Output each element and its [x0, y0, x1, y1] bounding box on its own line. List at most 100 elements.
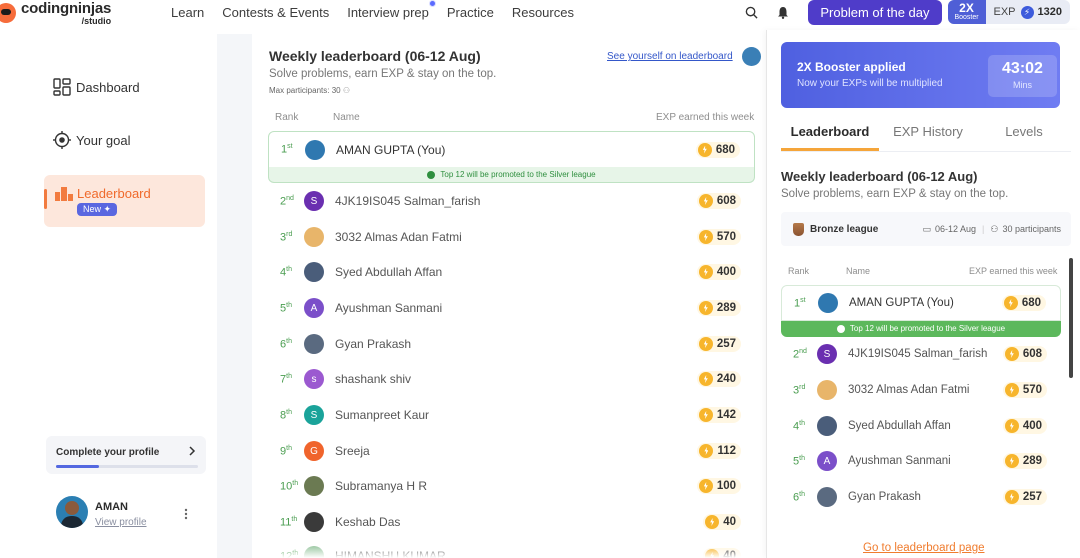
sidebar-item-dashboard[interactable]: Dashboard — [53, 78, 140, 96]
bronze-league-icon — [793, 222, 804, 236]
table-row[interactable]: 6th Gyan Prakash 257 — [268, 327, 755, 361]
exp-chip: 257 — [696, 336, 741, 352]
booster-subtitle: Now your EXPs will be multiplied — [797, 78, 943, 89]
rank-suffix: nd — [799, 347, 807, 355]
lightning-coin-icon — [697, 142, 712, 157]
table-row[interactable]: 8th S Sumanpreet Kaur 142 — [268, 398, 755, 432]
table-row[interactable]: 5th A Ayushman Sanmani 289 — [781, 444, 1061, 478]
avatar — [817, 487, 837, 507]
table-row[interactable]: 6th Gyan Prakash 257 — [781, 480, 1061, 514]
rank-cell: 7th — [268, 373, 304, 386]
table-row[interactable]: 4th Syed Abdullah Affan 400 — [268, 255, 755, 289]
brand-logo[interactable]: codingninjas /studio — [0, 0, 111, 26]
problem-of-the-day-button[interactable]: Problem of the day — [808, 0, 942, 25]
rank-suffix: rd — [286, 230, 293, 238]
booster-multiplier: 2X — [959, 1, 974, 15]
lightning-coin-icon — [698, 479, 713, 493]
lightning-coin-icon — [698, 194, 713, 208]
column-header-exp: EXP earned this week — [656, 112, 755, 123]
panel-subtitle: Solve problems, earn EXP & stay on the t… — [781, 188, 1009, 200]
nav-resources[interactable]: Resources — [512, 5, 574, 20]
exp-chip: 100 — [696, 478, 741, 494]
rank-cell: 2nd — [268, 195, 304, 208]
exp-amount: 257 — [716, 338, 736, 350]
table-row[interactable]: 9th G Sreeja 112 — [268, 434, 755, 468]
player-name: AMAN GUPTA (You) — [849, 297, 954, 309]
exp-chip: 400 — [696, 264, 741, 280]
player-name: Syed Abdullah Affan — [335, 265, 443, 279]
rank-number: 11 — [280, 516, 292, 529]
column-header-rank: Rank — [788, 266, 810, 276]
promotion-banner: Top 12 will be promoted to the Silver le… — [268, 167, 755, 183]
nav-right: Problem of the day 2X Booster EXP ⚡ 1320 — [740, 0, 1070, 25]
rank-suffix: nd — [286, 194, 294, 202]
rank-suffix: th — [286, 372, 292, 380]
rank-cell: 1st — [782, 297, 818, 310]
avatar: S — [304, 191, 324, 211]
table-row[interactable]: 1st AMAN GUPTA (You) 680 — [268, 131, 755, 168]
player-name: shashank shiv — [335, 372, 412, 386]
table-row[interactable]: 1st AMAN GUPTA (You) 680 — [781, 285, 1061, 321]
booster-exp-pill[interactable]: 2X Booster EXP ⚡ 1320 — [947, 0, 1070, 24]
nav-contests-events[interactable]: Contests & Events — [222, 5, 329, 20]
user-profile[interactable]: AMAN View profile — [56, 496, 147, 528]
chevron-right-icon — [189, 446, 196, 456]
more-options-icon[interactable] — [184, 508, 188, 520]
nav-practice[interactable]: Practice — [447, 5, 494, 20]
table-row[interactable]: 3rd 3032 Almas Adan Fatmi 570 — [781, 373, 1061, 407]
exp-amount: 570 — [716, 231, 736, 243]
table-row[interactable]: 5th A Ayushman Sanmani 289 — [268, 291, 755, 325]
rank-suffix: th — [799, 419, 805, 427]
table-row[interactable]: 7th s shashank shiv 240 — [268, 362, 755, 396]
rank-cell: 6th — [781, 491, 817, 504]
table-row[interactable]: 2nd S 4JK19IS045 Salman_farish 608 — [268, 184, 755, 218]
people-icon: ⚇ — [990, 223, 999, 234]
sidebar-item-your-goal[interactable]: Your goal — [53, 131, 130, 149]
player-name: Subramanya H R — [335, 479, 428, 493]
top-navigation: codingninjas /studio Learn Contests & Ev… — [0, 0, 1080, 34]
rank-number: 10 — [280, 480, 293, 493]
booster-label: Booster — [954, 14, 979, 21]
booster-badge: 2X Booster — [947, 0, 986, 24]
rank-cell: 10th — [268, 480, 304, 493]
exp-amount: 240 — [716, 373, 736, 385]
view-profile-link[interactable]: View profile — [95, 517, 147, 528]
sidebar-item-leaderboard[interactable] — [44, 175, 205, 227]
bell-icon[interactable] — [772, 1, 794, 23]
scrollbar[interactable] — [1069, 258, 1073, 378]
table-row[interactable]: 3rd 3032 Almas Adan Fatmi 570 — [268, 220, 755, 254]
notification-dot-icon — [428, 0, 436, 7]
rank-suffix: th — [286, 301, 292, 309]
people-icon: ⚇ — [342, 86, 350, 95]
go-to-leaderboard-link[interactable]: Go to leaderboard page — [863, 542, 984, 554]
league-info: Bronze league ▭ 06-12 Aug | ⚇ 30 partici… — [781, 212, 1071, 246]
exp-amount: 40 — [723, 516, 736, 528]
complete-profile-card[interactable]: Complete your profile — [46, 436, 206, 474]
nav-interview-prep[interactable]: Interview prep — [347, 0, 436, 20]
exp-chip: 289 — [1002, 453, 1047, 469]
nav-learn[interactable]: Learn — [171, 5, 204, 20]
avatar: S — [304, 405, 324, 425]
table-row[interactable]: 2nd S 4JK19IS045 Salman_farish 608 — [781, 337, 1061, 371]
tab-levels[interactable]: Levels — [977, 116, 1071, 151]
table-row[interactable]: 11th Keshab Das 40 — [268, 505, 755, 539]
search-icon[interactable] — [740, 1, 762, 23]
tab-exp-history[interactable]: EXP History — [879, 116, 977, 151]
tab-leaderboard[interactable]: Leaderboard — [781, 116, 879, 151]
table-row[interactable]: 10th Subramanya H R 100 — [268, 469, 755, 503]
lightning-coin-icon — [1004, 454, 1019, 468]
rank-cell: 5th — [268, 302, 304, 315]
player-name: Gyan Prakash — [335, 337, 412, 351]
see-yourself-link[interactable]: See yourself on leaderboard — [607, 51, 733, 62]
promotion-text: Top 12 will be promoted to the Silver le… — [849, 324, 1006, 333]
lightning-coin-icon — [1004, 383, 1019, 397]
rank-cell: 11th — [268, 516, 304, 529]
rank-suffix: th — [292, 479, 299, 487]
scroll-fade — [252, 546, 766, 558]
player-name: 4JK19IS045 Salman_farish — [335, 194, 481, 208]
exp-chip: 40 — [703, 514, 741, 530]
table-row[interactable]: 4th Syed Abdullah Affan 400 — [781, 409, 1061, 443]
exp-coin-icon: ⚡ — [1020, 5, 1034, 19]
avatar — [742, 47, 761, 66]
exp-chip: 142 — [696, 407, 741, 423]
